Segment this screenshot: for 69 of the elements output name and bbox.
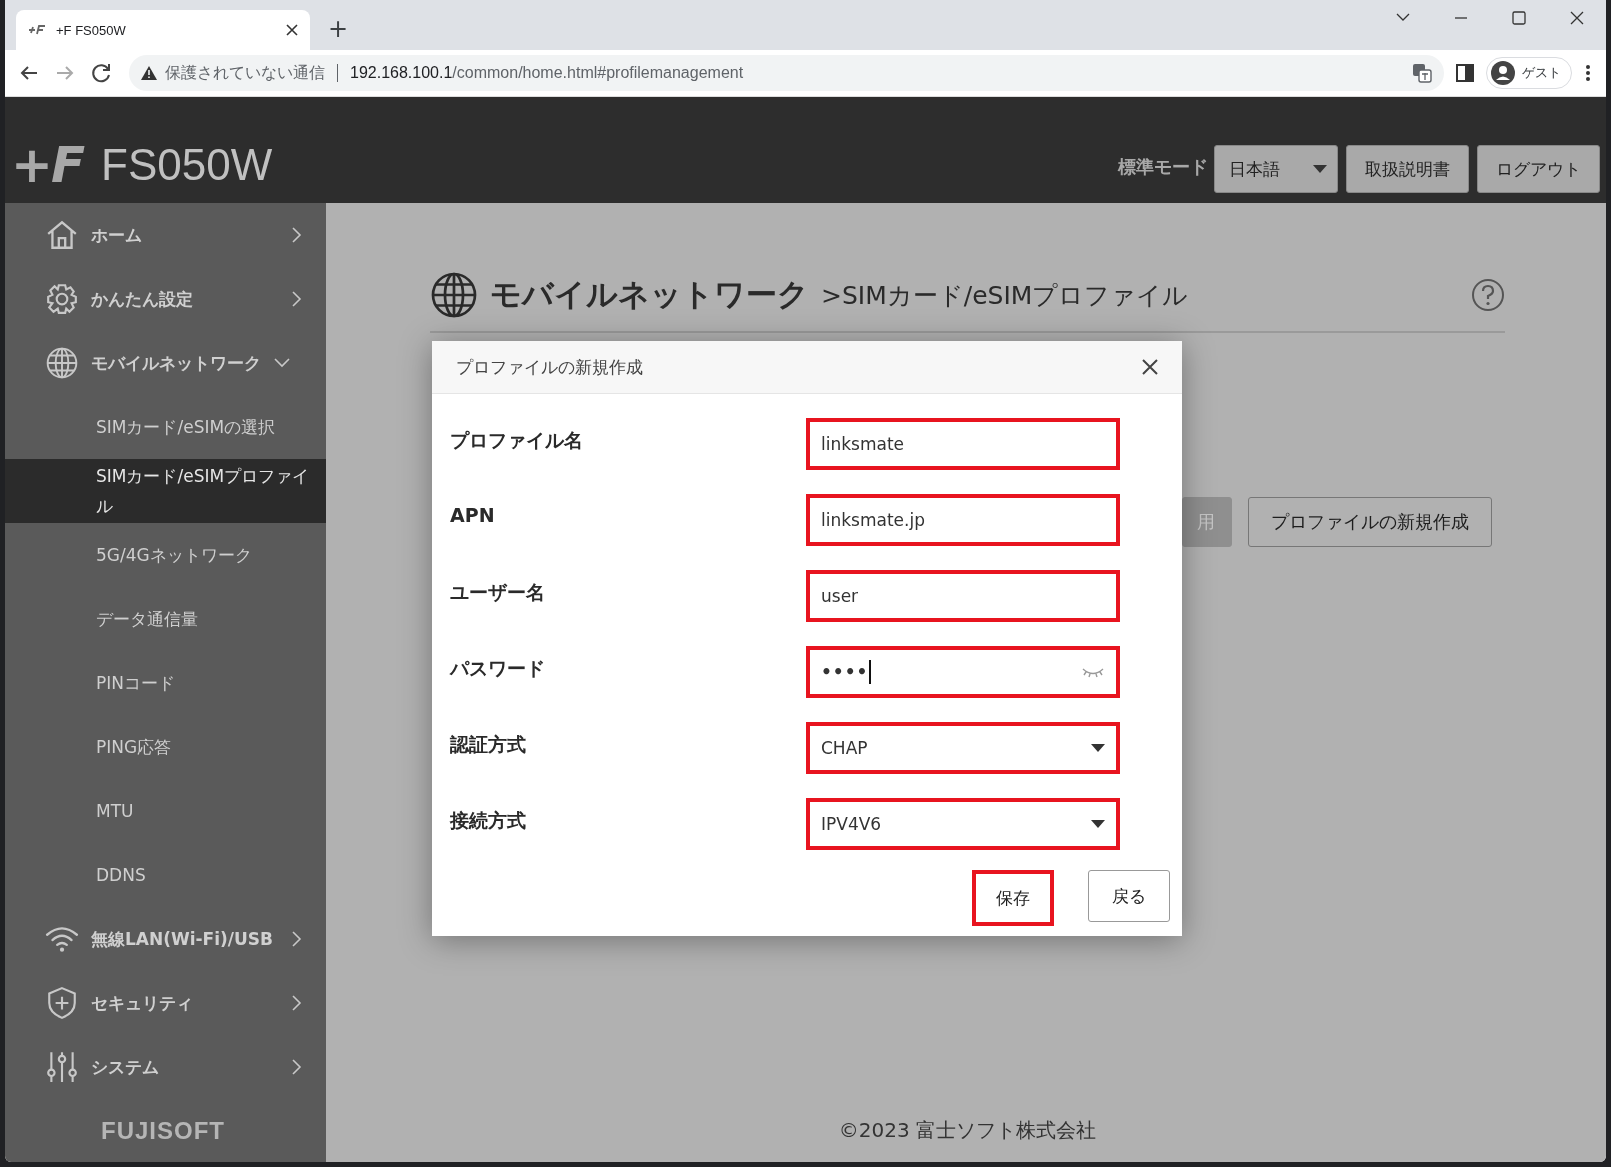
field-label: ユーザー名 xyxy=(450,580,546,605)
dialog-button[interactable]: 戻る xyxy=(1088,870,1170,922)
sidebar-item[interactable]: システム xyxy=(5,1035,326,1099)
sidebar-subitem[interactable]: DDNS xyxy=(5,843,326,907)
breadcrumb: >SIMカード/eSIMプロファイル xyxy=(821,279,1190,312)
help-icon[interactable] xyxy=(1471,278,1505,312)
brand-name: FUJISOFT xyxy=(100,1117,226,1145)
chevron-right-icon xyxy=(291,930,303,948)
language-dropdown[interactable]: 日本語 xyxy=(1214,145,1338,193)
chevron-right-icon xyxy=(291,290,303,308)
chevron-right-icon xyxy=(291,1058,303,1076)
hidden-eye-icon[interactable] xyxy=(1081,666,1105,678)
security-warning: 保護されていない通信 xyxy=(165,62,325,83)
dialog-title: プロファイルの新規作成 xyxy=(456,355,644,379)
url-path: /common/home.html#profilemanagement xyxy=(452,64,744,81)
sidebar-item[interactable]: モバイルネットワーク xyxy=(5,331,326,395)
sidebar-subitem[interactable]: SIMカード/eSIMの選択 xyxy=(5,395,326,459)
mode-label: 標準モード xyxy=(1118,155,1208,179)
text-field[interactable]: user xyxy=(806,570,1120,622)
avatar-icon xyxy=(1490,60,1516,86)
shield-icon xyxy=(45,986,79,1020)
sidebar-item[interactable]: 無線LAN(Wi-Fi)/USB xyxy=(5,907,326,971)
dropdown-arrow-icon xyxy=(1091,744,1105,752)
dropdown[interactable]: CHAP xyxy=(806,722,1120,774)
text-field[interactable]: linksmate.jp xyxy=(806,494,1120,546)
dropdown[interactable]: IPV4V6 xyxy=(806,798,1120,850)
sidebar-subitem[interactable]: 5G/4Gネットワーク xyxy=(5,523,326,587)
new-tab-button[interactable]: + xyxy=(328,14,349,44)
page-title: モバイルネットワーク xyxy=(490,275,809,314)
browser-tab[interactable]: +F FS050W xyxy=(16,10,310,50)
translate-icon[interactable] xyxy=(1412,63,1432,83)
sidebar-item[interactable]: ホーム xyxy=(5,203,326,267)
logo: +F xyxy=(11,137,84,193)
dropdown-arrow-icon xyxy=(1313,165,1327,173)
home-icon xyxy=(45,218,79,252)
sidebar-subitem[interactable]: SIMカード/eSIMプロファイル xyxy=(5,459,326,523)
chevron-right-icon xyxy=(291,226,303,244)
text-field[interactable]: linksmate xyxy=(806,418,1120,470)
globe-icon xyxy=(430,271,478,319)
page-button[interactable]: プロファイルの新規作成 xyxy=(1248,497,1492,547)
chevron-right-icon xyxy=(291,994,303,1012)
sidebar-subitem[interactable]: PING応答 xyxy=(5,715,326,779)
url-host: 192.168.100.1 xyxy=(350,64,453,81)
sidebar-subitem[interactable]: MTU xyxy=(5,779,326,843)
favicon-icon xyxy=(28,25,46,35)
sidebar-subitem[interactable]: データ通信量 xyxy=(5,587,326,651)
field-label: APN xyxy=(450,503,496,526)
sidebar-subitem[interactable]: PINコード xyxy=(5,651,326,715)
sidebar-item[interactable]: セキュリティ xyxy=(5,971,326,1035)
field-label: プロファイル名 xyxy=(450,428,584,453)
chevron-down-icon xyxy=(273,357,291,369)
header-button[interactable]: 取扱説明書 xyxy=(1346,145,1469,193)
close-icon[interactable] xyxy=(1140,357,1160,377)
address-bar[interactable]: 保護されていない通信 192.168.100.1/common/home.html#profilemanagement xyxy=(129,55,1444,91)
sidebar-item[interactable]: かんたん設定 xyxy=(5,267,326,331)
dialog-button[interactable]: 保存 xyxy=(972,870,1054,926)
globe-icon xyxy=(45,346,79,380)
field-label: 接続方式 xyxy=(450,808,527,833)
sliders-icon xyxy=(45,1050,79,1084)
field-label: 認証方式 xyxy=(450,732,527,757)
product-name: FS050W xyxy=(101,139,273,191)
gear-icon xyxy=(45,282,79,316)
field-label: パスワード xyxy=(450,656,546,681)
header-button[interactable]: ログアウト xyxy=(1477,145,1600,193)
dropdown-arrow-icon xyxy=(1091,820,1105,828)
copyright: ©2023 富士ソフト株式会社 xyxy=(837,1117,1098,1144)
close-icon[interactable] xyxy=(286,24,298,36)
password-field[interactable]: •••• xyxy=(806,646,1120,698)
warning-icon xyxy=(141,66,157,80)
